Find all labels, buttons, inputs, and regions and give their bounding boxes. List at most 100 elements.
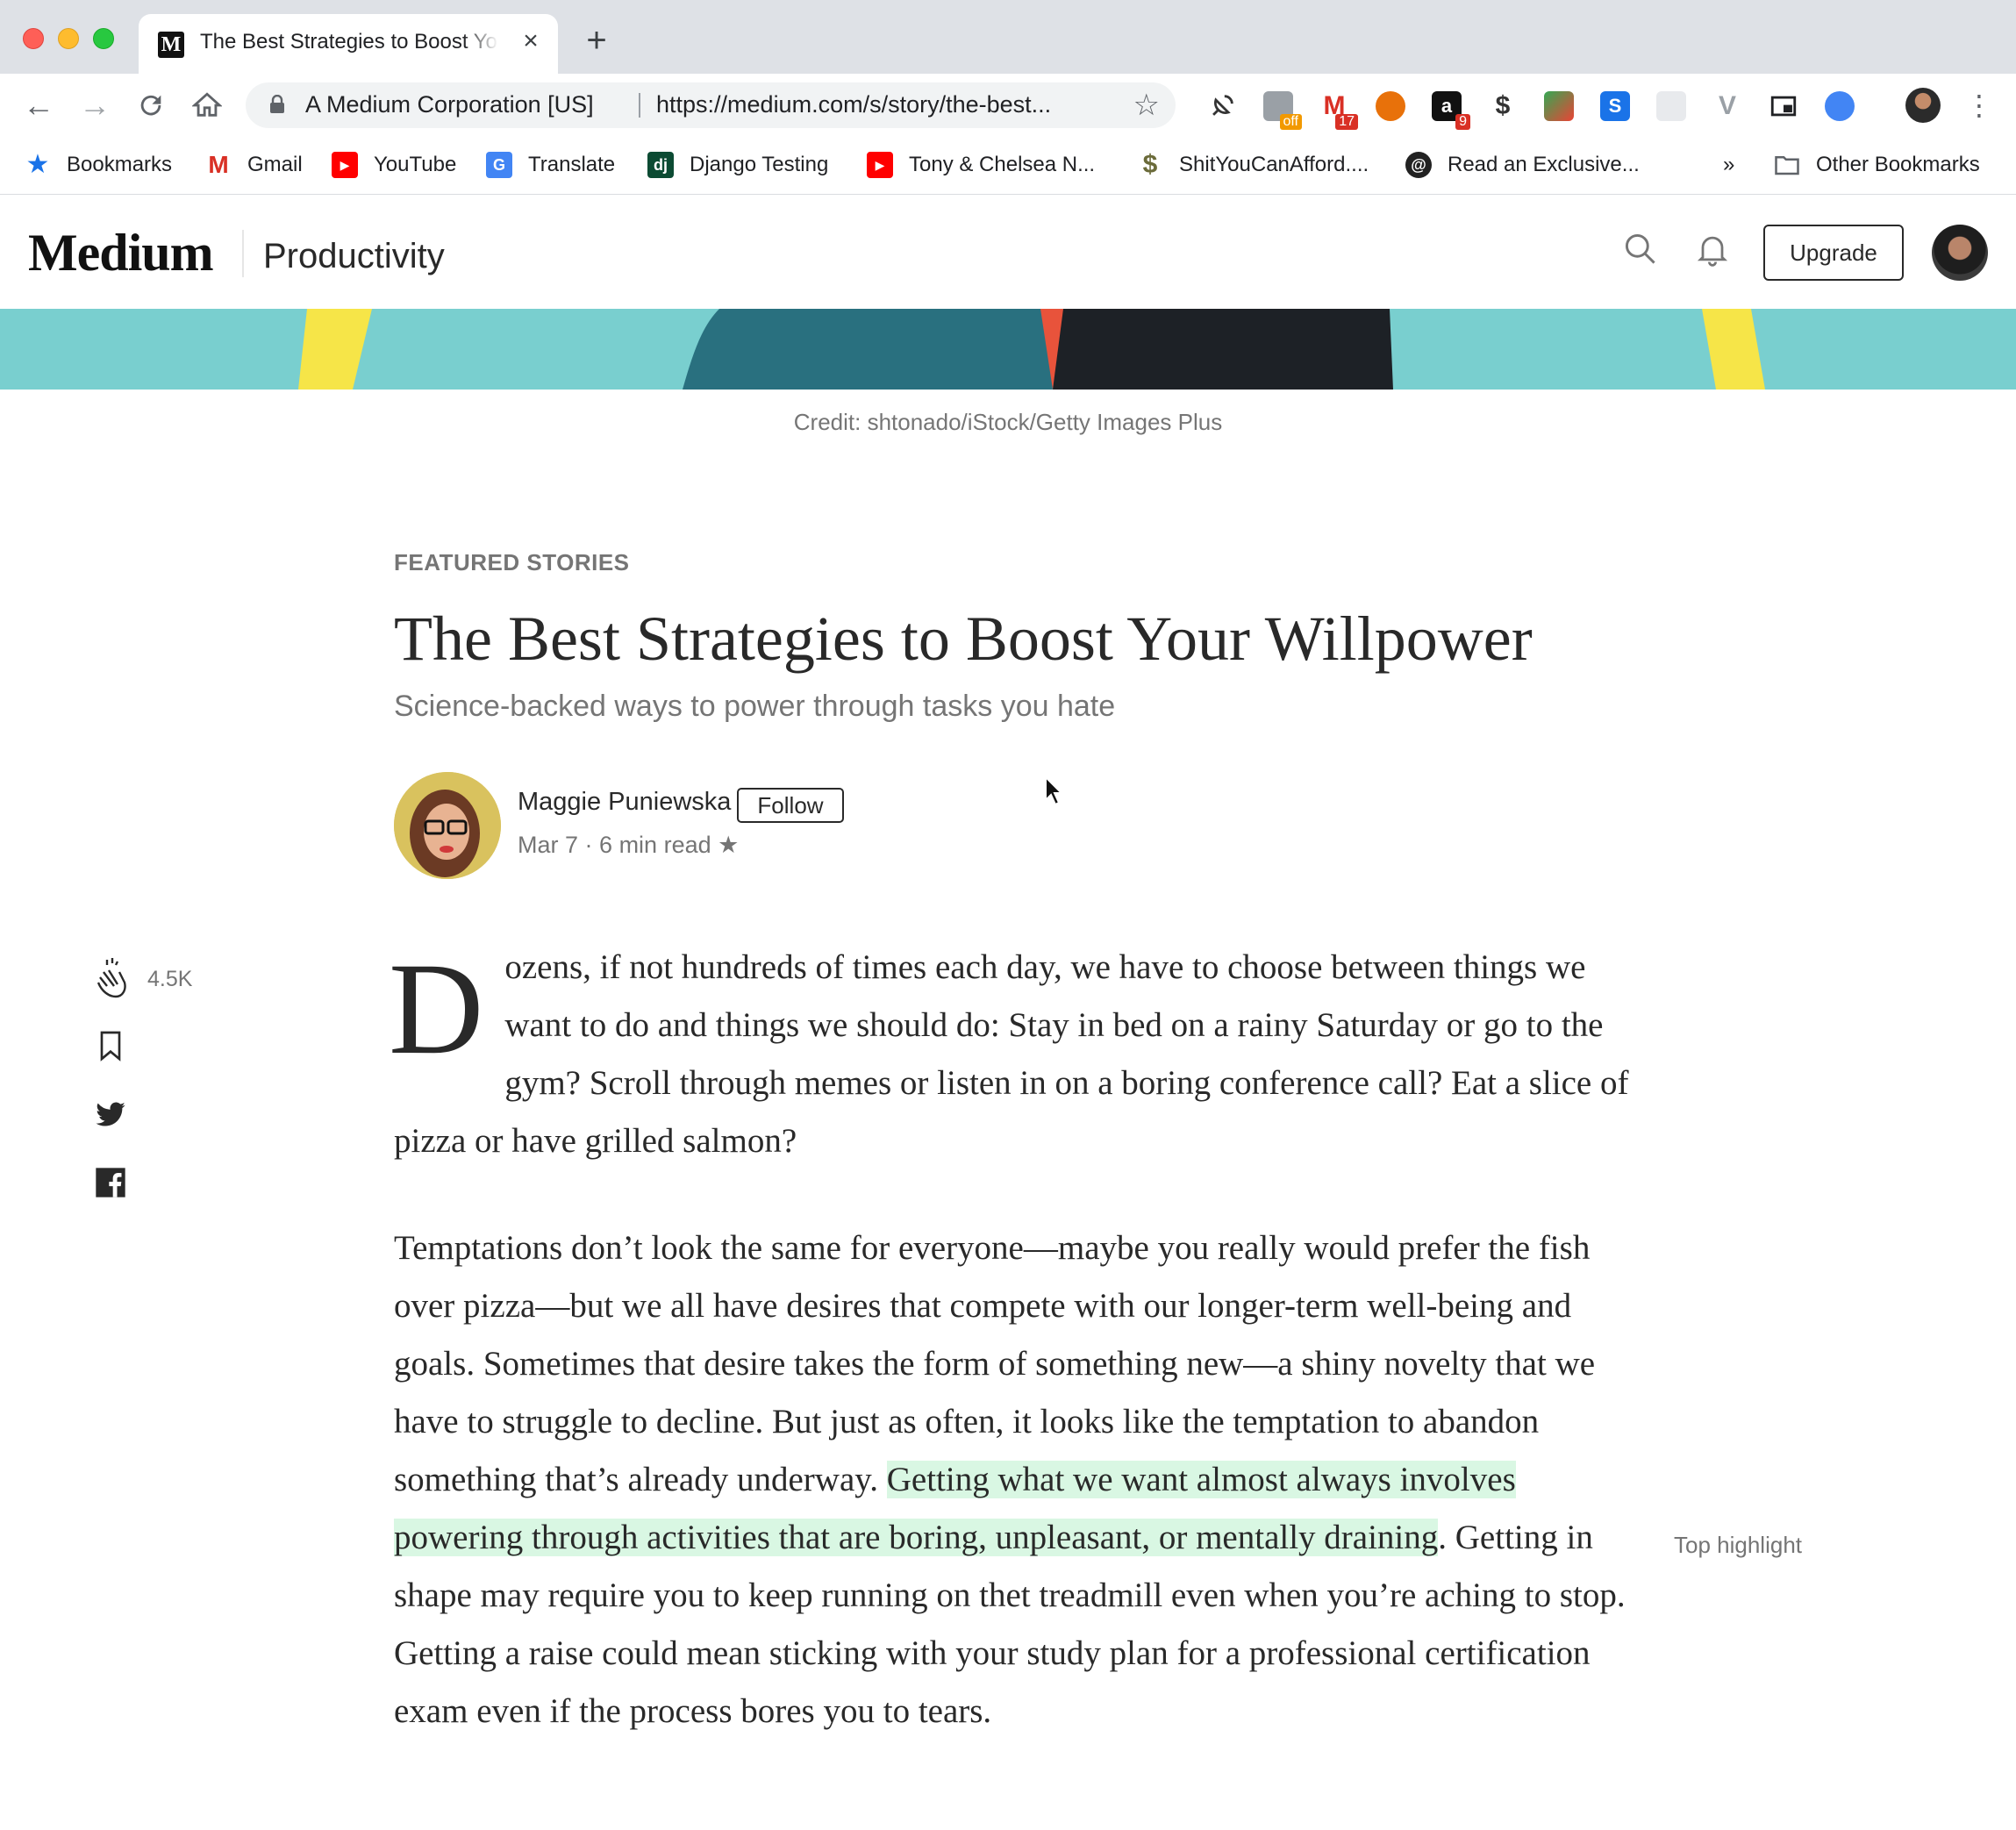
bookmark-label: ShitYouCanAfford....	[1179, 153, 1369, 176]
notifications-bell-icon[interactable]	[1693, 230, 1732, 268]
bookmark-django-testing[interactable]: dj Django Testing	[647, 149, 828, 181]
reload-button[interactable]	[132, 86, 170, 125]
omnibox-divider	[639, 93, 640, 118]
chrome-profile-avatar[interactable]	[1905, 88, 1941, 123]
bookmark-label: Other Bookmarks	[1816, 153, 1980, 176]
picture-in-picture-icon[interactable]	[1769, 91, 1798, 121]
section-kicker[interactable]: FEATURED STORIES	[394, 549, 630, 576]
react-extension-icon[interactable]	[1656, 91, 1686, 121]
forward-button[interactable]: →	[75, 86, 114, 125]
author-avatar[interactable]	[394, 772, 501, 879]
browser-toolbar: ← → A Medium Corporation [US] https://me…	[0, 74, 2016, 137]
basketball-extension-icon[interactable]	[1376, 91, 1405, 121]
top-highlight-label[interactable]: Top highlight	[1674, 1532, 1802, 1559]
bookmark-icon[interactable]	[93, 1028, 128, 1063]
upgrade-button[interactable]: Upgrade	[1763, 225, 1904, 281]
tab-title: The Best Strategies to Boost Your Willpo…	[200, 30, 498, 54]
browser-chrome: M The Best Strategies to Boost Your Will…	[0, 0, 2016, 195]
bookmarks-overflow-button[interactable]: »	[1723, 149, 1734, 181]
clap-icon[interactable]	[88, 956, 133, 1002]
bookmark-label: Translate	[528, 153, 616, 176]
bookmark-youtube[interactable]: ▶ YouTube	[332, 149, 456, 181]
bookmark-star-icon[interactable]: ☆	[1133, 88, 1160, 123]
dollar-extension-icon[interactable]: $	[1488, 91, 1518, 121]
article-body: Dozens, if not hundreds of times each da…	[389, 939, 1640, 1790]
publication-name[interactable]: Productivity	[263, 237, 445, 276]
hero-illustration	[0, 309, 2016, 390]
bookmark-other-bookmarks[interactable]: Other Bookmarks	[1774, 149, 1980, 181]
colorful-extension-icon[interactable]	[1544, 91, 1574, 121]
site-identity: A Medium Corporation [US]	[305, 91, 594, 118]
reload-icon	[140, 95, 161, 116]
read-time: 6 min read	[599, 832, 711, 858]
minimize-window-button[interactable]	[58, 28, 79, 49]
bookmark-shityoucanafford[interactable]: $ ShitYouCanAfford....	[1137, 149, 1369, 181]
mouse-cursor-icon	[1045, 776, 1064, 806]
bookmark-label: Bookmarks	[67, 153, 173, 176]
s-extension-icon[interactable]: S	[1600, 91, 1630, 121]
url-text[interactable]: https://medium.com/s/story/the-best...	[656, 91, 1112, 118]
extension-badge: 9	[1455, 114, 1470, 130]
image-caption: Credit: shtonado/iStock/Getty Images Plu…	[793, 409, 1223, 435]
close-window-button[interactable]	[23, 28, 44, 49]
youtube-icon: ▶	[332, 152, 358, 178]
home-button[interactable]	[188, 86, 226, 125]
home-icon	[191, 92, 223, 117]
author-name[interactable]: Maggie Puniewska	[518, 788, 731, 817]
hero-image	[0, 309, 2016, 390]
user-avatar[interactable]	[1932, 225, 1988, 281]
translate-icon: G	[486, 152, 512, 178]
search-icon[interactable]	[1621, 230, 1660, 268]
bookmark-label: Gmail	[247, 153, 303, 176]
bookmarks-bar: ★ Bookmarks M Gmail ▶ YouTube G Translat…	[0, 137, 2016, 195]
honey-extension-icon[interactable]: off	[1263, 91, 1302, 130]
folder-icon	[1775, 156, 1799, 175]
tab-close-icon[interactable]: ×	[516, 26, 546, 56]
bookmark-gmail[interactable]: M Gmail	[205, 149, 303, 181]
paragraph-1: Dozens, if not hundreds of times each da…	[389, 939, 1640, 1170]
bookmark-bookmarks[interactable]: ★ Bookmarks	[25, 149, 173, 181]
paragraph-1-text: ozens, if not hundreds of times each day…	[394, 948, 1629, 1160]
address-bar[interactable]: A Medium Corporation [US] https://medium…	[246, 82, 1176, 128]
medium-favicon-icon: M	[158, 32, 184, 58]
bookmark-label: Tony & Chelsea N...	[909, 153, 1096, 176]
paragraph-2-text-before: Temptations don’t look the same for ever…	[394, 1229, 1596, 1498]
extension-badge: off	[1279, 114, 1302, 130]
maximize-window-button[interactable]	[93, 28, 114, 49]
site-icon: @	[1405, 152, 1432, 178]
medium-logo[interactable]: Medium	[28, 223, 214, 283]
browser-tab-active[interactable]: M The Best Strategies to Boost Your Will…	[139, 14, 558, 74]
django-icon: dj	[647, 152, 674, 178]
dollar-icon: $	[1142, 150, 1158, 179]
star-icon: ★	[25, 150, 50, 179]
twitter-icon[interactable]	[93, 1097, 128, 1132]
article-subtitle: Science-backed ways to power through tas…	[394, 690, 1116, 723]
member-star-icon: ★	[718, 832, 740, 858]
drop-cap: D	[389, 936, 484, 1082]
globe-extension-icon[interactable]	[1825, 91, 1855, 121]
medium-header: Medium Productivity Upgrade	[0, 195, 2016, 309]
bookmark-tony-chelsea[interactable]: ▶ Tony & Chelsea N...	[867, 149, 1095, 181]
satellite-extension-icon[interactable]	[1207, 91, 1237, 121]
bookmark-read-exclusive[interactable]: @ Read an Exclusive...	[1405, 149, 1640, 181]
author-photo	[394, 772, 501, 879]
bookmark-translate[interactable]: G Translate	[486, 149, 615, 181]
follow-button[interactable]: Follow	[737, 788, 844, 823]
bookmark-label: YouTube	[374, 153, 457, 176]
article-meta: Mar 7 · 6 min read ★	[518, 832, 739, 859]
chrome-menu-icon[interactable]: ⋮	[1965, 86, 1993, 125]
new-tab-button[interactable]: +	[579, 23, 614, 60]
header-divider	[242, 230, 244, 277]
extension-badge: 17	[1335, 114, 1358, 130]
paragraph-2: Temptations don’t look the same for ever…	[394, 1219, 1640, 1741]
bookmark-label: Django Testing	[690, 153, 829, 176]
youtube-icon: ▶	[867, 152, 893, 178]
back-button[interactable]: ←	[19, 86, 58, 125]
vue-extension-icon[interactable]: V	[1712, 91, 1742, 121]
amazon-extension-icon[interactable]: a 9	[1432, 91, 1470, 130]
meta-separator: ·	[584, 832, 600, 858]
gmail-extension-icon[interactable]: M 17	[1319, 91, 1358, 130]
facebook-icon[interactable]	[93, 1165, 128, 1200]
lock-icon	[270, 95, 284, 113]
article-title: The Best Strategies to Boost Your Willpo…	[394, 604, 1533, 674]
